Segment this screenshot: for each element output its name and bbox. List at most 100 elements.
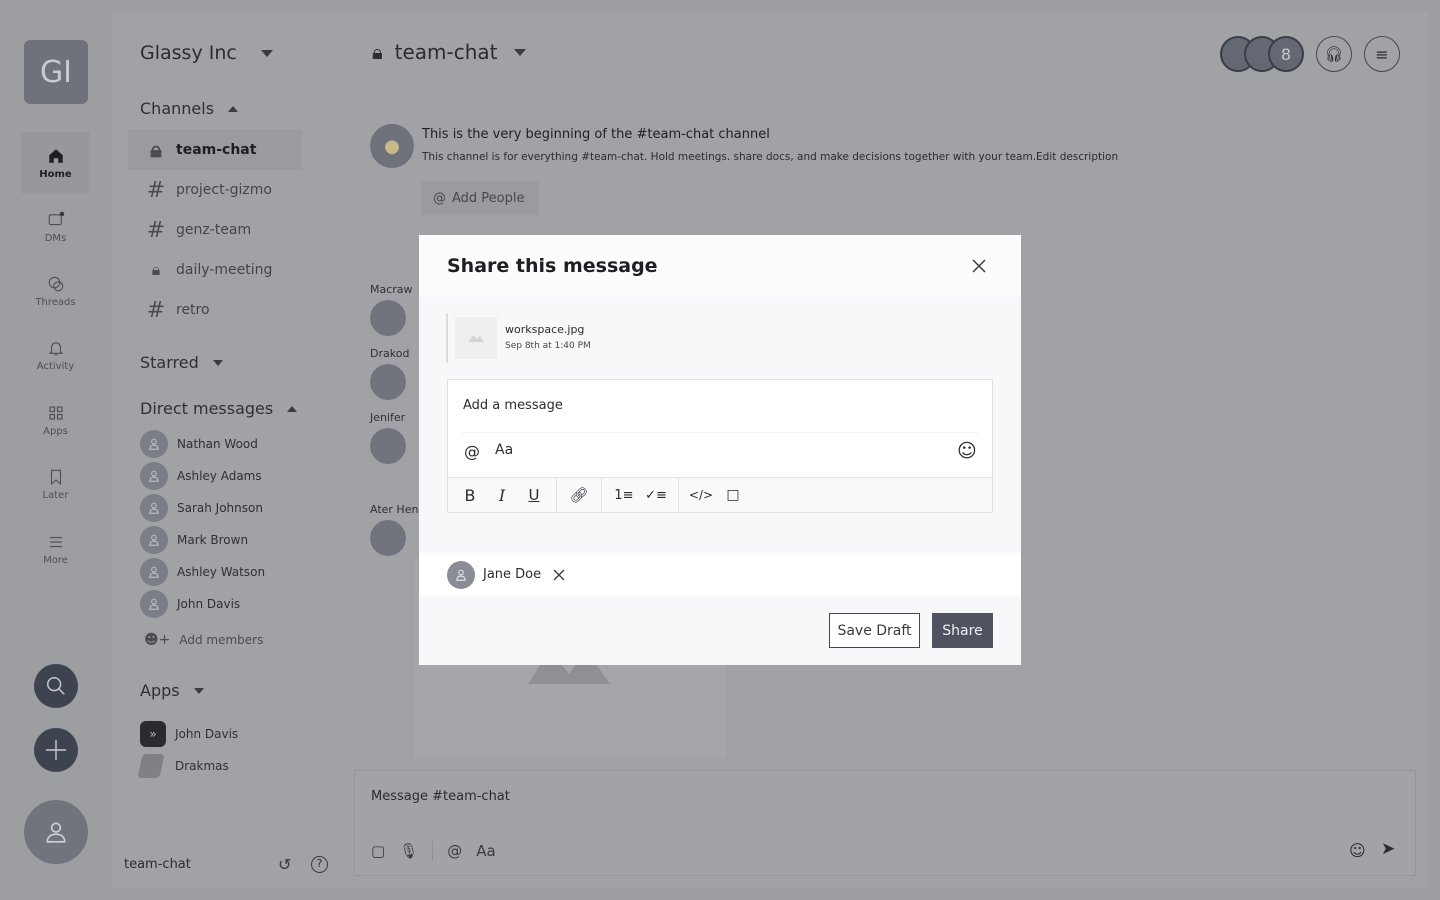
dm-item[interactable]: Mark Brown (140, 526, 248, 554)
add-members-button[interactable]: ☻+ Add members (144, 626, 263, 654)
channels-header[interactable]: Channels (140, 99, 239, 118)
channel-label: project-gizmo (176, 182, 272, 198)
rail-activity[interactable]: Activity (21, 324, 90, 386)
chevron-down-icon (212, 359, 223, 366)
user-avatar[interactable] (24, 800, 88, 864)
italic-icon[interactable]: I (486, 478, 518, 512)
search-button[interactable] (34, 664, 78, 708)
format-text-button[interactable]: Aa (495, 442, 513, 458)
huddle-button[interactable]: 🎧︎ (1316, 36, 1352, 72)
numbered-list-icon[interactable]: 1≡ (608, 478, 640, 512)
checklist-icon[interactable]: ✓≡ (640, 478, 672, 512)
video-icon[interactable]: ▢ (371, 842, 385, 860)
mention-icon[interactable]: @ (447, 842, 462, 860)
rail-more[interactable]: More (21, 518, 90, 580)
dm-label: Ashley Watson (177, 565, 266, 579)
workspace-name[interactable]: Glassy Inc (140, 42, 273, 64)
add-members-label: Add members (179, 633, 264, 647)
channel-header[interactable]: 🔒︎ team-chat (372, 40, 526, 64)
workspace-logo[interactable]: GI (24, 40, 88, 104)
rail-apps[interactable]: Apps (21, 389, 90, 451)
starred-header[interactable]: Starred (140, 353, 223, 372)
rail-label: Later (42, 489, 69, 501)
code-block-icon[interactable]: □ (717, 478, 749, 512)
dm-label: Sarah Johnson (177, 501, 263, 515)
message-avatar[interactable] (370, 300, 406, 336)
hash-icon: # (146, 217, 166, 243)
underline-icon[interactable]: U (518, 478, 550, 512)
dm-header[interactable]: Direct messages (140, 399, 298, 418)
format-text-button[interactable]: Aa (476, 842, 495, 860)
rail-dms[interactable]: DMs (21, 196, 90, 258)
dm-item[interactable]: Ashley Watson (140, 558, 265, 586)
quote-bar (446, 313, 448, 363)
footer-channel: team-chat (124, 857, 191, 872)
message-composer[interactable]: Message #team-chat ▢ 🎙︎ @ Aa ☺ ➤ (354, 770, 1416, 876)
dm-label: Nathan Wood (177, 437, 258, 451)
rail-threads[interactable]: Threads (21, 260, 90, 322)
app-item[interactable]: Drakmas (137, 752, 229, 780)
dm-item[interactable]: Ashley Adams (140, 462, 262, 490)
message-author: Ater Henr (370, 503, 423, 516)
chevron-up-icon (228, 105, 239, 112)
channel-retro[interactable]: # retro (128, 290, 302, 330)
chevron-up-icon (287, 405, 298, 412)
dm-item[interactable]: John Davis (140, 590, 240, 618)
close-icon[interactable] (971, 258, 987, 274)
app-logo-icon: » (140, 721, 166, 747)
channel-label: genz-team (176, 222, 252, 238)
channel-project-gizmo[interactable]: # project-gizmo (128, 170, 302, 210)
rail-label: Home (39, 168, 72, 180)
formatting-toolbar: B I U 🔗︎ 1≡ ✓≡ </> □ (448, 477, 992, 512)
channel-daily-meeting[interactable]: 🔒︎ daily-meeting (128, 250, 302, 290)
lock-icon: 🔒︎ (372, 40, 383, 64)
send-icon[interactable]: ➤ (1381, 839, 1395, 859)
bold-icon[interactable]: B (454, 478, 486, 512)
recipient-name: Jane Doe (483, 567, 542, 582)
plus-icon (46, 740, 66, 760)
history-icon[interactable]: ↺ (278, 855, 291, 874)
rail-label: Apps (43, 425, 68, 437)
intro-description: This channel is for everything #team-cha… (422, 151, 1119, 163)
user-icon (149, 566, 159, 578)
dm-item[interactable]: Nathan Wood (140, 430, 258, 458)
chevron-down-icon (260, 50, 273, 57)
add-message-input[interactable]: Add a message (463, 398, 563, 413)
message-avatar[interactable] (370, 428, 406, 464)
rail-later[interactable]: Later (21, 453, 90, 515)
message-editor[interactable]: Add a message @ Aa ☺ B I U 🔗︎ 1≡ ✓≡ </> … (447, 379, 993, 513)
mention-icon[interactable]: @ (464, 442, 480, 461)
microphone-icon[interactable]: 🎙︎ (399, 842, 418, 860)
search-icon (47, 677, 65, 695)
share-button[interactable]: Share (932, 613, 993, 648)
add-people-button[interactable]: @ Add People (421, 181, 539, 215)
dm-item[interactable]: Sarah Johnson (140, 494, 263, 522)
file-name: workspace.jpg (505, 323, 585, 336)
save-draft-button[interactable]: Save Draft (829, 613, 920, 648)
code-icon[interactable]: </> (685, 478, 717, 512)
hash-icon: # (146, 297, 166, 323)
members-button[interactable]: 8 (1220, 36, 1304, 72)
divider (678, 478, 679, 512)
app-item[interactable]: » John Davis (140, 720, 238, 748)
link-icon[interactable]: 🔗︎ (563, 478, 595, 512)
apps-header[interactable]: Apps (140, 681, 204, 700)
channel-genz-team[interactable]: # genz-team (128, 210, 302, 250)
channel-team-chat[interactable]: 🔒︎ team-chat (128, 130, 302, 170)
file-thumbnail[interactable] (455, 317, 497, 359)
channel-title: team-chat (394, 40, 498, 64)
emoji-icon[interactable]: ☺ (957, 440, 977, 462)
add-button[interactable] (34, 728, 78, 772)
bell-icon (48, 341, 63, 355)
help-icon[interactable]: ? (311, 856, 328, 873)
message-avatar[interactable] (370, 364, 406, 400)
rail-home[interactable]: Home (21, 132, 90, 194)
home-icon (48, 148, 63, 163)
message-input[interactable]: Message #team-chat (371, 789, 510, 804)
remove-recipient-icon[interactable] (553, 569, 565, 581)
message-avatar[interactable] (370, 520, 406, 556)
workspace-name-text: Glassy Inc (140, 42, 237, 64)
emoji-icon[interactable]: ☺ (1349, 841, 1366, 860)
user-icon (149, 470, 159, 482)
channel-menu-button[interactable]: ≡ (1364, 36, 1400, 72)
